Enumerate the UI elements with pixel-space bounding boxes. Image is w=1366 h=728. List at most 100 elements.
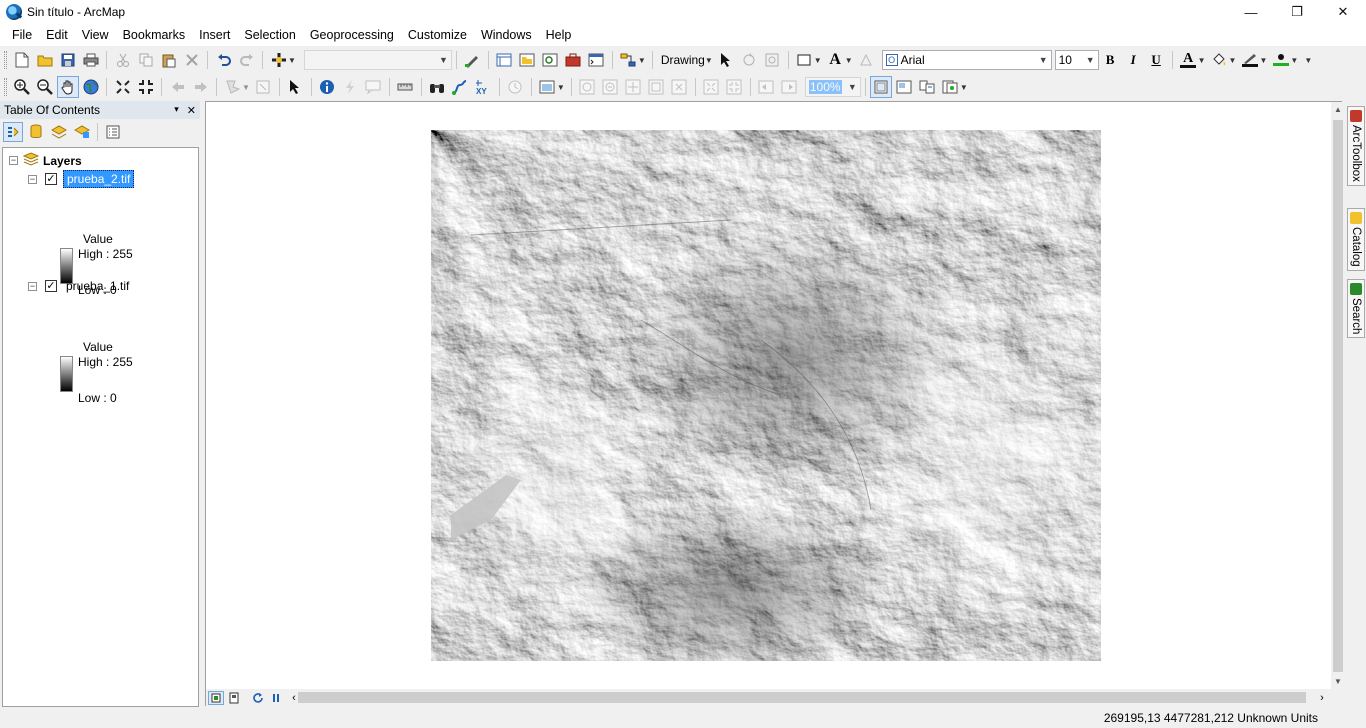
dock-tab-catalog[interactable]: Catalog [1347, 208, 1365, 271]
go-forward-icon[interactable] [190, 76, 212, 98]
change-layout-icon[interactable] [916, 76, 938, 98]
html-popup-icon[interactable] [362, 76, 384, 98]
fixed-zoom-in-icon[interactable] [112, 76, 134, 98]
scroll-right-icon[interactable]: › [1314, 691, 1330, 705]
hillshade-raster[interactable] [431, 130, 1101, 661]
edit-vertices-icon[interactable] [855, 49, 877, 71]
menu-selection[interactable]: Selection [237, 24, 302, 46]
dock-tab-search[interactable]: Search [1347, 279, 1365, 339]
hyperlink-icon[interactable] [339, 76, 361, 98]
time-slider-icon[interactable] [504, 76, 526, 98]
select-elements-pointer-icon[interactable] [284, 76, 306, 98]
dock-tab-arctoolbox[interactable]: ArcToolbox [1347, 106, 1365, 186]
zoom-in-icon[interactable] [11, 76, 33, 98]
undo-icon[interactable] [213, 49, 235, 71]
menu-view[interactable]: View [75, 24, 116, 46]
font-color-dropdown-icon[interactable]: ▼ [1198, 56, 1206, 65]
go-back-icon[interactable] [167, 76, 189, 98]
refresh-view-icon[interactable] [250, 691, 266, 705]
data-driven-pages-icon[interactable] [939, 76, 961, 98]
drawing-menu[interactable]: Drawing [661, 53, 705, 67]
vertical-scrollbar[interactable]: ▲ ▼ [1331, 102, 1345, 690]
fill-color-icon[interactable] [1208, 49, 1230, 71]
italic-button[interactable]: I [1122, 49, 1144, 71]
toggle-draft-mode-icon[interactable] [870, 76, 893, 98]
layout-view-button[interactable] [226, 691, 242, 705]
list-by-source-icon[interactable] [26, 122, 46, 142]
select-elements-icon[interactable] [715, 49, 737, 71]
menu-file[interactable]: File [5, 24, 39, 46]
go-to-xy-icon[interactable]: XY [472, 76, 494, 98]
measure-icon[interactable] [394, 76, 416, 98]
layer-row-prueba-1[interactable]: − ✓ prueba_1.tif [28, 278, 132, 294]
add-data-icon[interactable] [268, 49, 290, 71]
toc-options-icon[interactable] [103, 122, 123, 142]
layer-visibility-checkbox[interactable]: ✓ [45, 280, 57, 292]
line-color-dropdown-icon[interactable]: ▼ [1259, 56, 1267, 65]
underline-button[interactable]: U [1145, 49, 1167, 71]
layer-name[interactable]: prueba_2.tif [63, 170, 135, 188]
arctoolbox-icon[interactable] [562, 49, 584, 71]
toolbar-grip[interactable] [4, 51, 7, 69]
scroll-up-icon[interactable]: ▲ [1331, 102, 1345, 118]
list-by-visibility-icon[interactable] [49, 122, 69, 142]
layout-toolbar-options-icon[interactable]: ▼ [960, 83, 968, 92]
copy-icon[interactable] [135, 49, 157, 71]
identify-icon[interactable] [316, 76, 338, 98]
zoom-whole-page-icon[interactable] [645, 76, 667, 98]
data-view-button[interactable] [208, 690, 224, 705]
print-icon[interactable] [80, 49, 102, 71]
vertical-scroll-thumb[interactable] [1333, 120, 1343, 672]
scroll-down-icon[interactable]: ▼ [1331, 674, 1345, 690]
find-binoculars-icon[interactable] [426, 76, 448, 98]
rectangle-icon[interactable] [793, 49, 815, 71]
layer-collapse-icon[interactable]: − [28, 281, 37, 291]
menu-geoprocessing[interactable]: Geoprocessing [303, 24, 401, 46]
paste-icon[interactable] [158, 49, 180, 71]
text-dropdown-icon[interactable]: ▼ [845, 56, 853, 65]
menu-bookmarks[interactable]: Bookmarks [116, 24, 193, 46]
layout-pan-icon[interactable] [622, 76, 644, 98]
open-folder-icon[interactable] [34, 49, 56, 71]
marker-color-dropdown-icon[interactable]: ▼ [1290, 56, 1298, 65]
line-color-icon[interactable] [1239, 49, 1261, 71]
layers-collapse-icon[interactable]: − [9, 156, 18, 165]
focus-data-frame-icon[interactable] [893, 76, 915, 98]
cut-icon[interactable] [112, 49, 134, 71]
layout-forward-icon[interactable] [778, 76, 800, 98]
fixed-zoom-out-layout-icon[interactable] [723, 76, 745, 98]
menu-help[interactable]: Help [539, 24, 579, 46]
toc-close-icon[interactable]: ✕ [187, 104, 196, 117]
toc-autohide-pin-icon[interactable]: ▾ [174, 104, 179, 117]
select-features-dropdown-icon[interactable]: ▼ [242, 83, 250, 92]
scale-combo[interactable]: ▼ [303, 50, 452, 70]
delete-icon[interactable] [181, 49, 203, 71]
menu-edit[interactable]: Edit [39, 24, 75, 46]
map-data-view[interactable]: ▲ ▼ ‹ › [205, 101, 1345, 706]
list-by-selection-icon[interactable] [72, 122, 92, 142]
marker-color-icon[interactable] [1270, 49, 1292, 71]
select-features-icon[interactable] [222, 76, 244, 98]
bold-button[interactable]: B [1099, 49, 1121, 71]
layout-zoom-percent-combo[interactable]: 100% ▼ [804, 77, 861, 97]
maximize-button[interactable]: ❐ [1274, 0, 1320, 24]
font-name-combo[interactable]: O Arial ▼ [881, 50, 1052, 70]
font-size-combo[interactable]: 10 ▼ [1054, 50, 1099, 70]
layers-root-row[interactable]: − Layers [9, 152, 82, 169]
drawing-dropdown-icon[interactable]: ▼ [705, 56, 713, 65]
find-route-icon[interactable] [449, 76, 471, 98]
new-document-icon[interactable] [11, 49, 33, 71]
minimize-button[interactable]: — [1228, 0, 1274, 24]
layout-zoom-in-icon[interactable] [576, 76, 598, 98]
layout-back-icon[interactable] [755, 76, 777, 98]
zoom-100-icon[interactable] [668, 76, 690, 98]
layer-collapse-icon[interactable]: − [28, 174, 37, 184]
text-tool-icon[interactable]: A [824, 49, 846, 71]
zoom-to-selected-elements-icon[interactable] [761, 49, 783, 71]
fixed-zoom-in-layout-icon[interactable] [700, 76, 722, 98]
zoom-out-icon[interactable] [34, 76, 56, 98]
close-button[interactable]: ✕ [1320, 0, 1366, 24]
redo-icon[interactable] [236, 49, 258, 71]
font-color-icon[interactable]: A [1177, 49, 1199, 71]
editor-toolbar-icon[interactable] [461, 49, 483, 71]
